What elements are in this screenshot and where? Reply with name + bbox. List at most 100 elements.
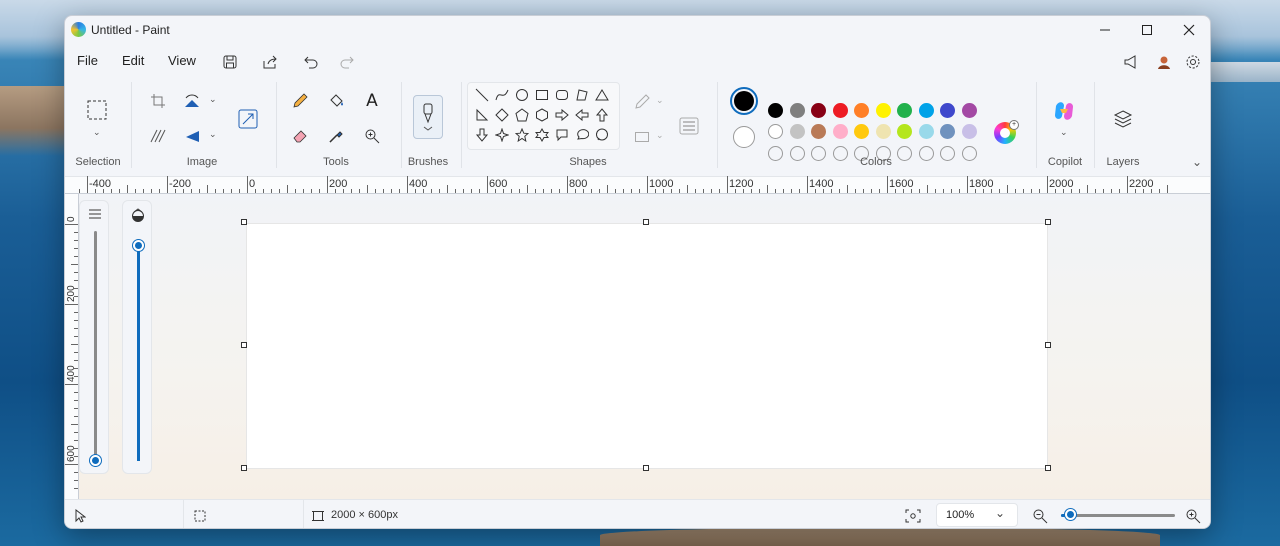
- shape-oval-callout[interactable]: [573, 126, 591, 144]
- secondary-color-slot[interactable]: [733, 126, 755, 148]
- stroke-size-tool[interactable]: [676, 114, 702, 140]
- color-swatch[interactable]: [940, 103, 955, 118]
- resize-handle-top-left[interactable]: [241, 219, 247, 225]
- shape-heart[interactable]: [473, 146, 491, 149]
- color-swatch[interactable]: [789, 103, 805, 118]
- crop-tool[interactable]: [145, 88, 171, 114]
- color-swatch[interactable]: [854, 103, 869, 118]
- custom-color-slot[interactable]: [918, 146, 934, 161]
- custom-color-slot[interactable]: [768, 146, 783, 161]
- color-swatch[interactable]: [768, 103, 783, 118]
- copilot-button[interactable]: [1051, 98, 1077, 124]
- eraser-tool[interactable]: [287, 123, 313, 149]
- shape-rounded-callout[interactable]: [553, 126, 571, 144]
- zoom-out-button[interactable]: [1031, 507, 1049, 525]
- flip-dropdown[interactable]: ⌄: [209, 129, 217, 140]
- account-avatar[interactable]: [1152, 50, 1176, 74]
- shape-pentagon[interactable]: [513, 106, 531, 124]
- resize-handle-right[interactable]: [1045, 342, 1051, 348]
- zoom-level-select[interactable]: 100% ⌄: [936, 503, 1018, 527]
- whats-new-button[interactable]: [1119, 50, 1143, 74]
- color-swatch[interactable]: [768, 124, 783, 139]
- redo-button[interactable]: [336, 51, 358, 73]
- shape-line[interactable]: [473, 86, 491, 104]
- zoom-slider-knob[interactable]: [1065, 509, 1077, 520]
- resize-handle-top[interactable]: [643, 219, 649, 225]
- menu-edit[interactable]: Edit: [122, 53, 144, 68]
- custom-color-slot[interactable]: [961, 146, 977, 161]
- color-swatch[interactable]: [811, 124, 826, 139]
- color-swatch[interactable]: [789, 124, 805, 139]
- share-button[interactable]: [259, 51, 281, 73]
- primary-color-slot[interactable]: [730, 87, 758, 115]
- fill-tool[interactable]: [323, 88, 349, 114]
- minimize-button[interactable]: [1083, 16, 1127, 44]
- rotate-tool[interactable]: [179, 88, 205, 114]
- drawing-canvas[interactable]: [247, 224, 1047, 468]
- shape-triangle[interactable]: [593, 86, 611, 104]
- shape-diamond[interactable]: [493, 106, 511, 124]
- color-swatch[interactable]: [854, 124, 869, 139]
- shape-left-arrow[interactable]: [573, 106, 591, 124]
- ribbon-collapse-button[interactable]: ⌄: [1192, 155, 1202, 169]
- shape-curve[interactable]: [493, 86, 511, 104]
- shape-right-arrow[interactable]: [553, 106, 571, 124]
- opacity-slider[interactable]: [137, 246, 140, 461]
- magnifier-tool[interactable]: [359, 123, 385, 149]
- custom-color-slot[interactable]: [940, 146, 955, 161]
- custom-color-slot[interactable]: [811, 146, 826, 161]
- color-swatch[interactable]: [961, 103, 977, 118]
- selection-tool[interactable]: [84, 97, 110, 123]
- shape-fill-tool[interactable]: [629, 124, 655, 150]
- shape-polygon[interactable]: [573, 86, 591, 104]
- brush-size-slider[interactable]: [94, 231, 97, 461]
- shape-up-arrow[interactable]: [593, 106, 611, 124]
- shape-fill-dropdown[interactable]: ⌄: [656, 130, 664, 141]
- shape-four-point-star[interactable]: [493, 126, 511, 144]
- pencil-tool[interactable]: [287, 88, 313, 114]
- shape-oval[interactable]: [513, 86, 531, 104]
- zoom-in-button[interactable]: [1184, 507, 1202, 525]
- resize-handle-bottom[interactable]: [643, 465, 649, 471]
- shape-six-point-star[interactable]: [533, 126, 551, 144]
- resize-handle-top-right[interactable]: [1045, 219, 1051, 225]
- shape-down-arrow[interactable]: [473, 126, 491, 144]
- settings-button[interactable]: [1181, 50, 1205, 74]
- flip-tool[interactable]: [179, 123, 205, 149]
- color-swatch[interactable]: [875, 103, 891, 118]
- menu-view[interactable]: View: [168, 53, 196, 68]
- color-swatch[interactable]: [832, 103, 848, 118]
- resize-handle-left[interactable]: [241, 342, 247, 348]
- shape-rounded-rectangle[interactable]: [553, 86, 571, 104]
- menu-file[interactable]: File: [77, 53, 98, 68]
- maximize-button[interactable]: [1125, 16, 1169, 44]
- color-swatch[interactable]: [897, 103, 912, 118]
- custom-color-slot[interactable]: [789, 146, 805, 161]
- shape-rectangle[interactable]: [533, 86, 551, 104]
- color-picker-tool[interactable]: [323, 123, 349, 149]
- copilot-dropdown[interactable]: ⌄: [1060, 127, 1068, 138]
- shape-cloud-callout[interactable]: [593, 126, 611, 144]
- outline-dropdown[interactable]: ⌄: [656, 95, 664, 106]
- custom-color-slot[interactable]: [832, 146, 848, 161]
- save-button[interactable]: [219, 51, 241, 73]
- zoom-slider[interactable]: [1061, 509, 1175, 520]
- text-tool[interactable]: A: [359, 88, 385, 114]
- shape-hexagon[interactable]: [533, 106, 551, 124]
- layers-button[interactable]: [1110, 106, 1136, 132]
- brush-size-knob[interactable]: [90, 455, 101, 466]
- color-swatch[interactable]: [811, 103, 826, 118]
- background-removal-tool[interactable]: [145, 123, 171, 149]
- color-swatch[interactable]: [918, 124, 934, 139]
- resize-handle-bottom-left[interactable]: [241, 465, 247, 471]
- opacity-knob[interactable]: [133, 240, 144, 251]
- rotate-dropdown[interactable]: ⌄: [209, 94, 217, 105]
- fit-to-window-button[interactable]: [904, 507, 922, 525]
- shape-right-triangle[interactable]: [473, 106, 491, 124]
- resize-tool[interactable]: [235, 106, 261, 132]
- color-swatch[interactable]: [897, 124, 912, 139]
- undo-button[interactable]: [300, 51, 322, 73]
- color-swatch[interactable]: [875, 124, 891, 139]
- color-swatch[interactable]: [918, 103, 934, 118]
- shape-five-point-star[interactable]: [513, 126, 531, 144]
